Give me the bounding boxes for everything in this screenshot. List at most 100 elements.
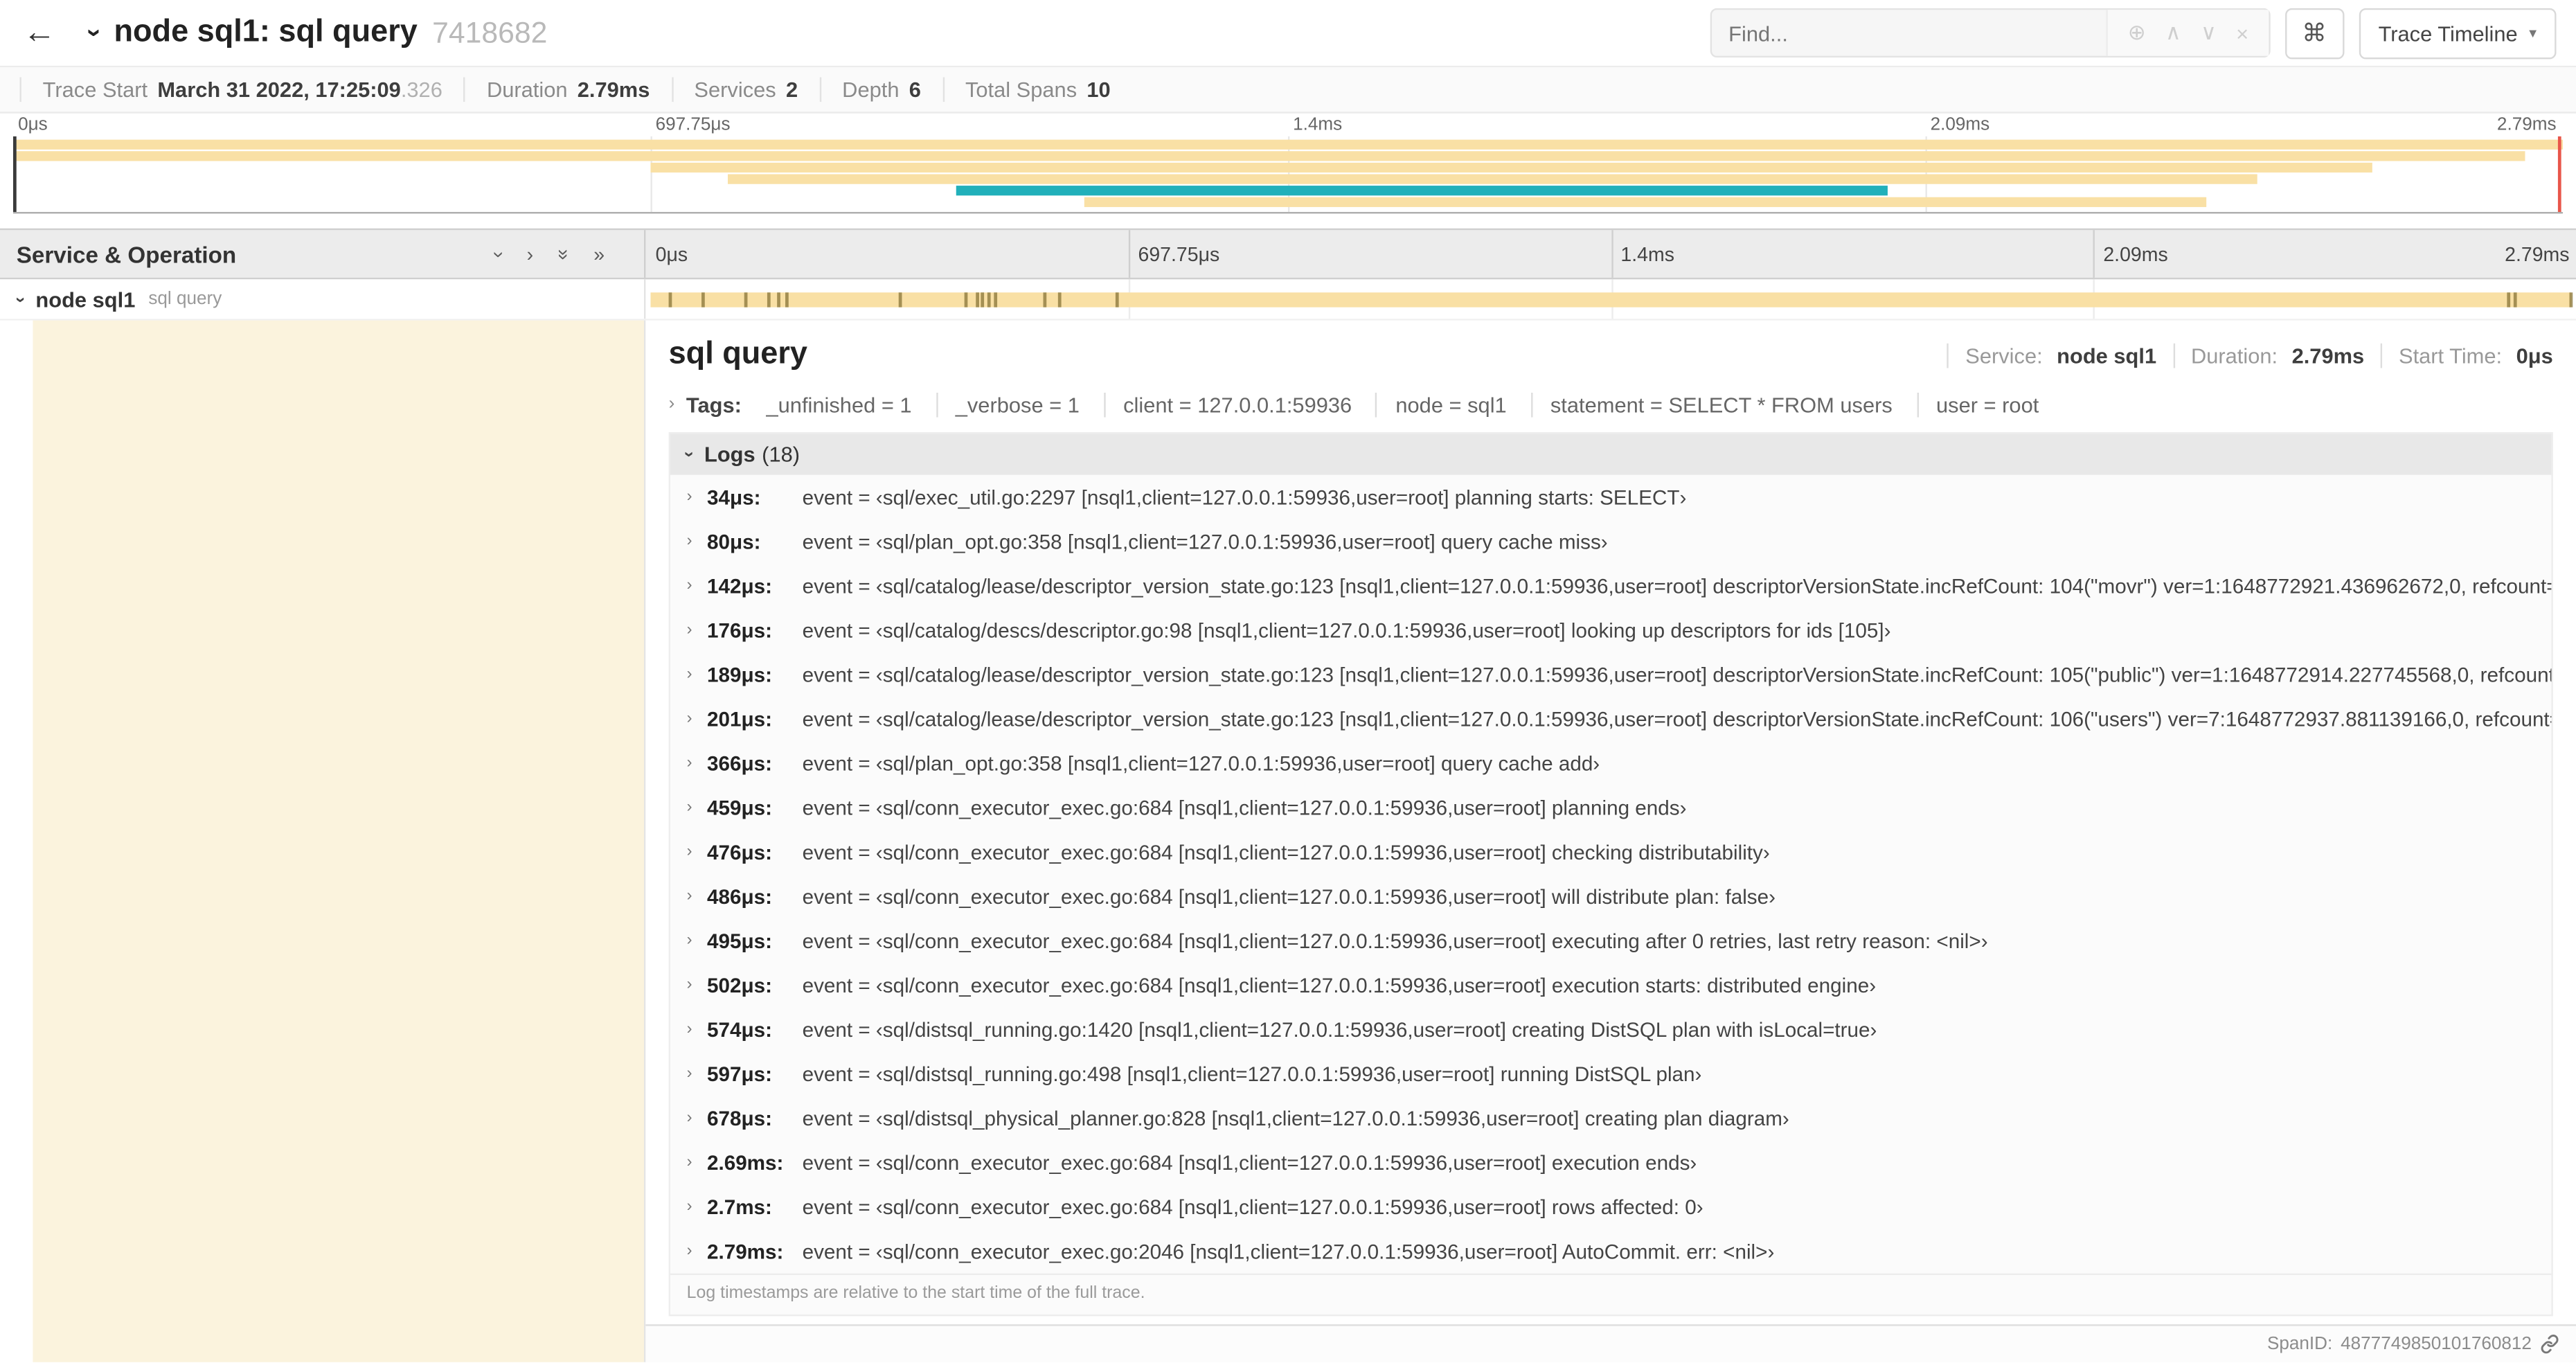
log-marker	[767, 292, 771, 308]
log-timestamp: 486μs:	[706, 884, 772, 908]
log-row[interactable]: › 678μs: event = ‹sql/distsql_physical_p…	[670, 1096, 2551, 1140]
chevron-right-icon: ›	[668, 394, 675, 414]
log-row[interactable]: › 142μs: event = ‹sql/catalog/lease/desc…	[670, 564, 2552, 608]
log-marker	[668, 292, 672, 308]
span-duration-bar[interactable]	[650, 292, 2572, 308]
log-row[interactable]: › 2.79ms: event = ‹sql/conn_executor_exe…	[670, 1229, 2551, 1274]
log-row[interactable]: › 597μs: event = ‹sql/distsql_running.go…	[670, 1051, 2551, 1096]
logs-header[interactable]: › Logs (18)	[670, 434, 2552, 475]
minimap-span	[726, 174, 2257, 184]
minimap-tick-label: 697.75μs	[655, 115, 731, 135]
trace-timeline-label: Trace Timeline	[2378, 20, 2518, 46]
trace-minimap[interactable]	[12, 136, 2564, 214]
tag-item: node = sql1	[1375, 393, 1525, 418]
summary-label: Services	[694, 77, 776, 103]
log-marker	[993, 292, 996, 308]
log-row[interactable]: › 502μs: event = ‹sql/conn_executor_exec…	[670, 963, 2551, 1007]
span-indent-gutter	[0, 320, 33, 1362]
chevron-right-icon: ›	[686, 930, 692, 950]
chevron-right-icon: ›	[686, 1152, 692, 1171]
log-row[interactable]: › 476μs: event = ‹sql/conn_executor_exec…	[670, 830, 2551, 874]
log-marker	[1043, 292, 1047, 308]
log-row[interactable]: › 34μs: event = ‹sql/exec_util.go:2297 […	[670, 475, 2551, 519]
summary-label: Depth	[842, 77, 900, 103]
chevron-right-icon: ›	[686, 1241, 692, 1260]
find-input[interactable]	[1712, 10, 2107, 56]
log-row[interactable]: › 2.7ms: event = ‹sql/conn_executor_exec…	[670, 1185, 2551, 1229]
log-row[interactable]: › 459μs: event = ‹sql/conn_executor_exec…	[670, 785, 2551, 830]
log-timestamp: 142μs:	[706, 574, 772, 598]
trace-body: sql query Service: node sql1 Duration: 2…	[0, 320, 2576, 1362]
log-timestamp: 366μs:	[706, 751, 772, 775]
minimap-span	[12, 139, 2564, 150]
chevron-down-icon: ›	[679, 451, 699, 458]
tag-item: user = root	[1916, 393, 2057, 418]
span-color-column	[33, 320, 644, 1362]
log-message: event = ‹sql/exec_util.go:2297 [nsql1,cl…	[802, 485, 1687, 509]
log-marker	[2514, 292, 2518, 308]
chevron-down-icon: ▾	[2529, 24, 2537, 41]
minimap-tick-label: 1.4ms	[1293, 115, 1343, 135]
log-timestamp: 176μs:	[706, 618, 772, 642]
copy-link-icon[interactable]	[2540, 1334, 2559, 1354]
zoom-in-icon[interactable]: ⊕	[2128, 19, 2146, 46]
log-timestamp: 201μs:	[706, 707, 772, 731]
expand-all-icon[interactable]: »	[593, 244, 605, 263]
minimap-tick-label: 2.09ms	[1930, 115, 1990, 135]
log-row[interactable]: › 366μs: event = ‹sql/plan_opt.go:358 [n…	[670, 741, 2551, 785]
timeline-ticks-header: 0μs 697.75μs 1.4ms 2.09ms 2.79ms	[645, 230, 2576, 278]
prev-result-icon[interactable]: ∧	[2165, 19, 2181, 46]
back-button[interactable]: ←	[17, 14, 62, 52]
viewport-end-handle[interactable]	[2557, 136, 2561, 213]
timeline-tick-label: 1.4ms	[1620, 243, 1674, 267]
log-timestamp: 189μs:	[706, 663, 772, 686]
log-row[interactable]: › 574μs: event = ‹sql/distsql_running.go…	[670, 1007, 2551, 1051]
log-row[interactable]: › 495μs: event = ‹sql/conn_executor_exec…	[670, 918, 2551, 963]
minimap-tick-label: 0μs	[18, 115, 48, 135]
chevron-right-icon: ›	[686, 664, 692, 683]
summary-item: Services 2	[671, 77, 819, 103]
log-row[interactable]: › 189μs: event = ‹sql/catalog/lease/desc…	[670, 652, 2552, 697]
timeline-header: Service & Operation › › » » 0μs 697.75μs…	[0, 228, 2576, 280]
trace-expand-chevron-icon[interactable]: ›	[80, 28, 107, 37]
collapse-one-icon[interactable]: ›	[488, 251, 510, 257]
log-message: event = ‹sql/conn_executor_exec.go:684 […	[802, 929, 1988, 952]
logs-accordion: › Logs (18) › 34μs: event = ‹sql/exec_ut…	[668, 431, 2553, 1317]
meta-value: 0μs	[2516, 343, 2553, 368]
log-marker	[2570, 292, 2574, 308]
expand-one-icon[interactable]: ›	[527, 244, 533, 263]
log-row[interactable]: › 486μs: event = ‹sql/conn_executor_exec…	[670, 874, 2551, 918]
log-row[interactable]: › 80μs: event = ‹sql/plan_opt.go:358 [ns…	[670, 519, 2551, 564]
summary-item: Duration 2.79ms	[463, 77, 671, 103]
tags-list: _unfinished = 1 _verbose = 1 client = 12…	[748, 393, 2057, 418]
log-message: event = ‹sql/conn_executor_exec.go:2046 …	[802, 1240, 1775, 1263]
log-row[interactable]: › 2.69ms: event = ‹sql/conn_executor_exe…	[670, 1140, 2551, 1184]
span-name-cell[interactable]: › node sql1 sql query	[0, 279, 646, 319]
meta-item: Service: node sql1	[1947, 343, 2173, 368]
summary-value: 2.79ms	[577, 77, 650, 103]
log-timestamp: 2.7ms:	[706, 1195, 772, 1219]
viewport-start-handle[interactable]	[12, 136, 17, 213]
minimap-span	[956, 186, 1888, 196]
log-message: event = ‹sql/catalog/descs/descriptor.go…	[802, 618, 1891, 642]
collapse-all-icon[interactable]: »	[552, 249, 575, 260]
log-row[interactable]: › 176μs: event = ‹sql/catalog/descs/desc…	[670, 608, 2551, 652]
tags-row[interactable]: › Tags: _unfinished = 1 _verbose = 1 cli…	[669, 393, 2553, 418]
keyboard-shortcuts-button[interactable]: ⌘	[2284, 7, 2344, 59]
span-tree-toggle-icon[interactable]: ›	[10, 296, 30, 302]
trace-timeline-button[interactable]: Trace Timeline ▾	[2359, 7, 2557, 59]
next-result-icon[interactable]: ∨	[2201, 19, 2217, 46]
service-name: node sql1	[35, 286, 136, 312]
chevron-right-icon: ›	[686, 531, 692, 550]
service-operation-header: Service & Operation › › » »	[0, 230, 646, 278]
chevron-right-icon: ›	[686, 1064, 692, 1083]
log-row[interactable]: › 201μs: event = ‹sql/catalog/lease/desc…	[670, 697, 2552, 741]
tag-item: client = 127.0.0.1:59936	[1103, 393, 1370, 418]
span-timeline-cell[interactable]	[645, 279, 2576, 319]
minimap-tick-label: 2.79ms	[2496, 115, 2557, 135]
log-marker	[976, 292, 979, 308]
log-message: event = ‹sql/conn_executor_exec.go:684 […	[802, 884, 1776, 908]
operation-name: sql query	[148, 289, 222, 310]
clear-search-icon[interactable]: ×	[2236, 21, 2248, 46]
summary-label: Total Spans	[965, 77, 1077, 103]
